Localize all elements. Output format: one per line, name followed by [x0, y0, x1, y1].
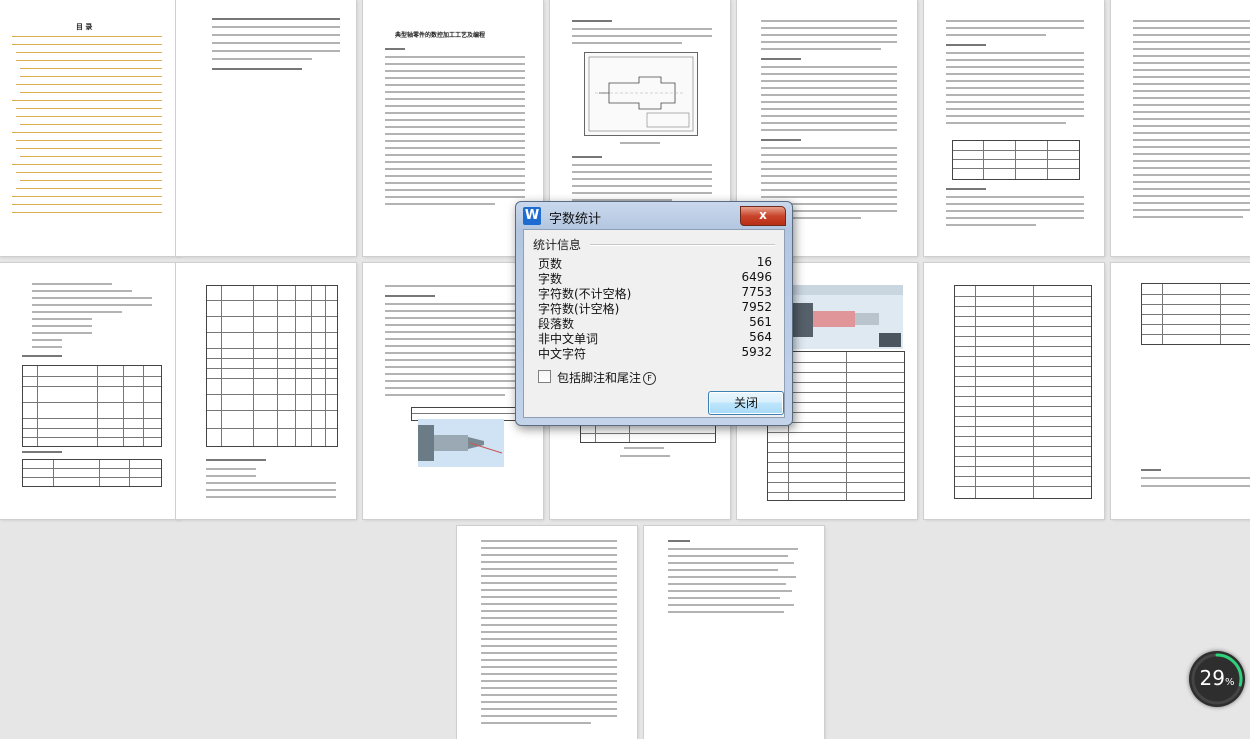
page-thumbnail-14[interactable] [1111, 263, 1250, 519]
stat-chinese-chars: 中文字符 5932 [538, 345, 772, 361]
page-thumbnail-7[interactable] [1111, 0, 1250, 256]
word-count-dialog: W 字数统计 x 统计信息 页数 16 字数 6496 字符数(不计空格) 77… [515, 201, 793, 426]
program-table-top [580, 423, 716, 443]
page-thumbnail-6[interactable] [924, 0, 1104, 256]
statistics-group-title: 统计信息 [533, 238, 582, 252]
stat-pages: 页数 16 [538, 255, 772, 271]
dialog-body: 统计信息 页数 16 字数 6496 字符数(不计空格) 7753 字符数(计空… [523, 229, 785, 418]
page-thumbnail-15[interactable] [457, 526, 637, 739]
tool-table [206, 285, 338, 447]
stat-chars-no-spaces: 字符数(不计空格) 7753 [538, 285, 772, 301]
stat-value: 16 [756, 255, 772, 269]
stat-non-chinese-words: 非中文单词 564 [538, 330, 772, 346]
stat-value: 7952 [741, 300, 772, 314]
group-divider [590, 244, 775, 245]
paper-title: 典型轴零件的数控加工工艺及编程 [395, 32, 486, 39]
stat-value: 7753 [741, 285, 772, 299]
dialog-titlebar[interactable]: W 字数统计 x [523, 206, 786, 228]
stat-words: 字数 6496 [538, 270, 772, 286]
page-thumbnail-9[interactable] [176, 263, 356, 519]
part-drawing [584, 52, 698, 136]
page-thumbnail-1[interactable]: 目 录 [0, 0, 180, 256]
small-table [22, 459, 162, 487]
page-thumbnail-8[interactable] [0, 263, 180, 519]
page-thumbnail-16[interactable] [644, 526, 824, 739]
page-thumbnail-13[interactable] [924, 263, 1104, 519]
include-footnotes-label[interactable]: 包括脚注和尾注 F [557, 369, 657, 386]
stat-value: 6496 [741, 270, 772, 284]
dialog-title: 字数统计 [549, 212, 602, 227]
data-table [952, 140, 1080, 180]
stat-value: 5932 [741, 345, 772, 359]
progress-indicator[interactable]: 29% [1189, 651, 1245, 707]
close-button[interactable]: 关闭 [708, 391, 784, 415]
stat-value: 564 [749, 330, 772, 344]
program-table-3 [1141, 283, 1250, 345]
page-thumbnail-2[interactable] [176, 0, 356, 256]
stat-value: 561 [749, 315, 772, 329]
stat-paragraphs: 段落数 561 [538, 315, 772, 331]
close-icon[interactable]: x [740, 206, 786, 226]
stat-label: 中文字符 [538, 347, 587, 361]
toc-title: 目 录 [76, 23, 93, 31]
include-footnotes-checkbox[interactable] [538, 370, 551, 383]
wps-writer-icon: W [523, 207, 541, 225]
stat-chars-with-spaces: 字符数(计空格) 7952 [538, 300, 772, 316]
progress-value: 29% [1199, 666, 1235, 690]
process-table [22, 365, 162, 447]
lathe-image-1 [418, 419, 504, 467]
program-table-2 [954, 285, 1092, 499]
hotkey-badge: F [643, 372, 657, 385]
